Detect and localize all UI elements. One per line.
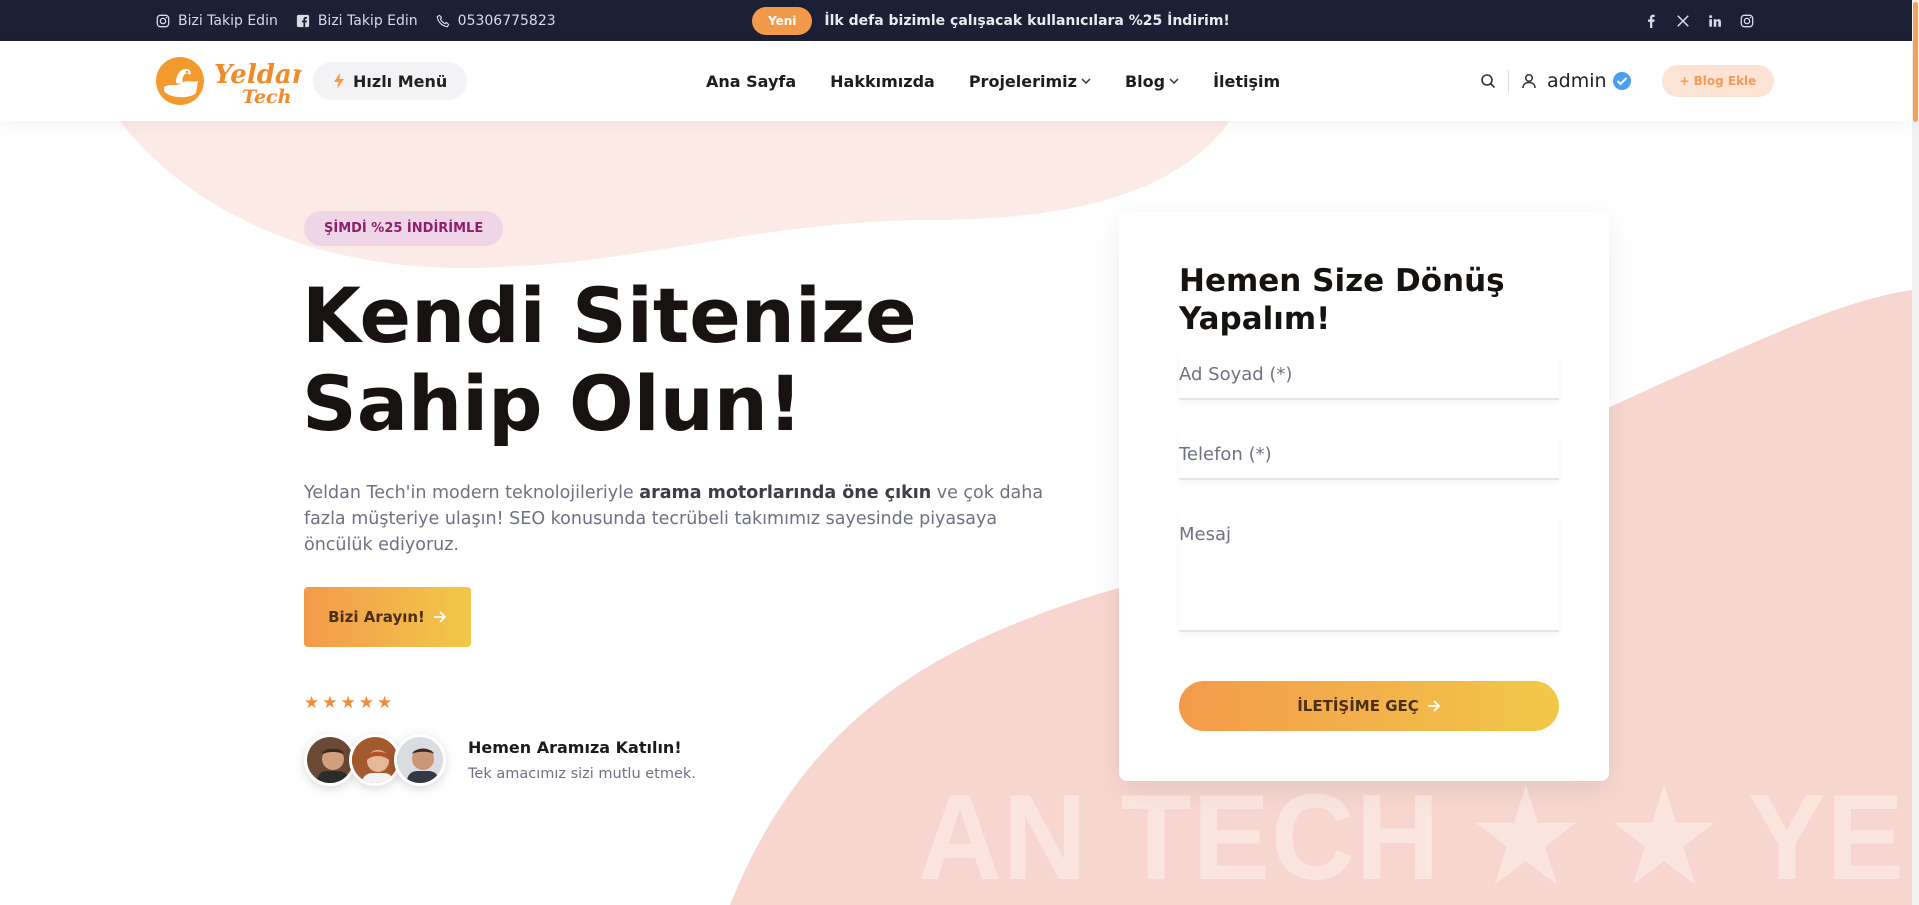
search-icon[interactable] bbox=[1480, 73, 1496, 89]
chevron-down-icon bbox=[1081, 77, 1091, 84]
join-title: Hemen Aramıza Katılın! bbox=[468, 738, 682, 757]
marquee-text: AN TECH ★ ★ YELD bbox=[918, 768, 1912, 905]
nav-home[interactable]: Ana Sayfa bbox=[706, 72, 796, 91]
call-us-label: Bizi Arayın! bbox=[328, 608, 425, 626]
phone-icon bbox=[436, 14, 449, 27]
name-placeholder: Ad Soyad (*) bbox=[1179, 364, 1293, 385]
phone-field[interactable]: Telefon (*) bbox=[1179, 432, 1559, 480]
user-icon[interactable] bbox=[1521, 73, 1537, 89]
star-icon: ★ bbox=[340, 693, 356, 713]
star-icon: ★ bbox=[322, 693, 338, 713]
page-scrollbar[interactable] bbox=[1912, 0, 1919, 905]
star-icon: ★ bbox=[358, 693, 374, 713]
quick-menu-button[interactable]: Hızlı Menü bbox=[313, 62, 468, 100]
divider bbox=[1508, 70, 1509, 92]
bolt-icon bbox=[334, 73, 344, 89]
arrow-right-icon bbox=[433, 611, 447, 623]
nav-blog-label: Blog bbox=[1124, 71, 1166, 91]
star-icon: ★ bbox=[304, 693, 320, 713]
instagram-icon[interactable] bbox=[1740, 14, 1754, 28]
submit-label: İLETİŞİME GEÇ bbox=[1297, 697, 1419, 715]
user-menu[interactable]: admin bbox=[1547, 70, 1632, 92]
site-logo[interactable]: Yeldan Tech bbox=[156, 53, 311, 109]
avatar bbox=[394, 734, 446, 786]
nav-contact[interactable]: İletişim bbox=[1213, 72, 1280, 91]
hero-highlight: arama motorlarında öne çıkın bbox=[639, 483, 932, 503]
message-placeholder: Mesaj bbox=[1179, 524, 1232, 545]
nav-blog[interactable]: Blog bbox=[1125, 72, 1179, 91]
nav-projects-label: Projelerimiz bbox=[968, 71, 1077, 91]
name-field[interactable]: Ad Soyad (*) bbox=[1179, 352, 1559, 400]
new-badge: Yeni bbox=[752, 6, 813, 35]
phone-link[interactable]: 05306775823 bbox=[436, 13, 556, 29]
add-blog-button[interactable]: + Blog Ekle bbox=[1661, 65, 1775, 97]
chevron-down-icon bbox=[1169, 77, 1179, 84]
nav-about[interactable]: Hakkımızda bbox=[830, 72, 935, 91]
phone-number: 05306775823 bbox=[457, 12, 556, 29]
arrow-right-icon bbox=[1427, 700, 1441, 712]
main-nav: Ana Sayfa Hakkımızda Projelerimiz Blog İ… bbox=[706, 41, 1280, 121]
join-subtitle: Tek amacımız sizi mutlu etmek. bbox=[468, 766, 696, 782]
linkedin-icon[interactable] bbox=[1708, 14, 1722, 28]
nav-projects[interactable]: Projelerimiz bbox=[969, 72, 1091, 91]
follow-label: Bizi Takip Edin bbox=[317, 12, 418, 29]
verified-icon bbox=[1612, 72, 1631, 90]
hero-title: Kendi Sitenize Sahip Olun! bbox=[302, 271, 917, 448]
logo-wordmark-sub: Tech bbox=[242, 86, 291, 108]
rating-stars: ★ ★ ★ ★ ★ bbox=[304, 693, 392, 713]
quick-menu-label: Hızlı Menü bbox=[353, 71, 448, 91]
call-us-button[interactable]: Bizi Arayın! bbox=[304, 587, 471, 647]
add-blog-label: Blog Ekle bbox=[1693, 74, 1757, 88]
form-title: Hemen Size Dönüş Yapalım! bbox=[1179, 263, 1505, 337]
follow-label: Bizi Takip Edin bbox=[178, 12, 278, 29]
top-bar: Bizi Takip Edin Bizi Takip Edin 05306775… bbox=[0, 0, 1919, 41]
plus-icon: + bbox=[1679, 74, 1690, 88]
hero-description: Yeldan Tech'in modern teknolojileriyle a… bbox=[304, 483, 1044, 555]
message-field[interactable]: Mesaj bbox=[1179, 512, 1559, 632]
x-icon[interactable] bbox=[1676, 14, 1690, 28]
site-header: Yeldan Tech Hızlı Menü Ana Sayfa Hakkımı… bbox=[0, 41, 1912, 121]
scrollbar-thumb[interactable] bbox=[1913, 2, 1918, 122]
avatar-group bbox=[304, 734, 448, 790]
instagram-icon bbox=[156, 14, 170, 27]
star-icon: ★ bbox=[377, 693, 393, 713]
facebook-icon bbox=[296, 14, 309, 27]
contact-form-card: Hemen Size Dönüş Yapalım! Ad Soyad (*) T… bbox=[1119, 212, 1609, 781]
submit-button[interactable]: İLETİŞİME GEÇ bbox=[1179, 681, 1559, 731]
discount-badge: ŞİMDİ %25 İNDİRİMLE bbox=[304, 211, 504, 246]
username: admin bbox=[1547, 70, 1607, 92]
instagram-follow-link[interactable]: Bizi Takip Edin bbox=[156, 13, 278, 29]
facebook-icon[interactable] bbox=[1644, 14, 1658, 28]
facebook-follow-link[interactable]: Bizi Takip Edin bbox=[296, 13, 418, 29]
promo-text: İlk defa bizimle çalışacak kullanıcılara… bbox=[824, 12, 1230, 29]
phone-placeholder: Telefon (*) bbox=[1179, 444, 1272, 465]
